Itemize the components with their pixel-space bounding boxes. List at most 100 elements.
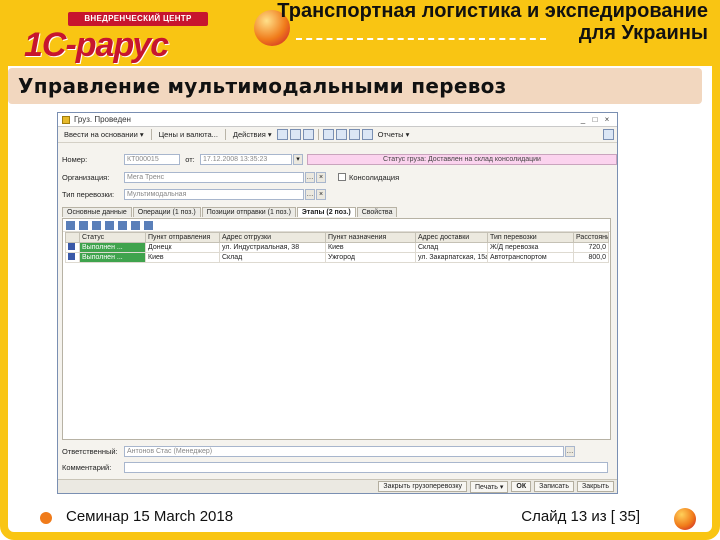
table-cell[interactable]: Склад <box>415 242 488 253</box>
unpost-icon[interactable] <box>302 129 314 140</box>
move-up-icon[interactable] <box>118 220 127 230</box>
structure-icon[interactable] <box>348 129 360 140</box>
movements-icon[interactable] <box>335 129 347 140</box>
responsible-select-button[interactable]: … <box>565 445 575 457</box>
column-header[interactable]: Расстояние <box>573 232 609 243</box>
column-header[interactable]: Пункт отправления <box>145 232 220 243</box>
slide-subtitle: Управление мультимодальными перевоз <box>18 74 507 98</box>
comment-row: Комментарий: <box>62 461 608 473</box>
decorative-ball-icon <box>674 508 696 530</box>
save-icon[interactable] <box>276 129 288 140</box>
table-cell[interactable]: Выполнен ... <box>79 252 146 263</box>
main-toolbar: Ввести на основании ▾ Цены и валюта... Д… <box>58 127 617 143</box>
delete-row-icon[interactable] <box>105 220 114 230</box>
table-cell[interactable]: ул. Закарпатская, 15а <box>415 252 488 263</box>
column-header[interactable]: Пункт назначения <box>325 232 416 243</box>
shipment-type-label: Тип перевозки: <box>62 189 115 199</box>
responsible-field[interactable]: Антонов Стас (Менеджер) <box>124 445 564 457</box>
move-down-icon[interactable] <box>131 220 140 230</box>
row-icon-cell <box>65 242 80 253</box>
enter-based-on-menu[interactable]: Ввести на основании ▾ <box>61 129 147 140</box>
column-header-icon <box>65 232 80 243</box>
table-cell[interactable]: Выполнен ... <box>79 242 146 253</box>
slide-title-line1: Транспортная логистика и экспедирование <box>277 0 708 22</box>
toolbar-separator <box>224 129 226 140</box>
tab-main-data[interactable]: Основные данные <box>62 207 132 217</box>
tab-shipment-items[interactable]: Позиции отправки (1 поз.) <box>201 207 296 217</box>
reports-menu[interactable]: Отчеты ▾ <box>375 129 413 140</box>
close-shipment-button[interactable]: Закрыть грузоперевозку <box>378 481 467 492</box>
date-field[interactable]: 17.12.2008 13:35:23 <box>200 153 292 165</box>
shipment-type-select-button[interactable]: … <box>305 188 315 200</box>
table-cell[interactable]: 800,0 <box>573 252 609 263</box>
stage-icon <box>68 253 75 260</box>
edit-row-icon[interactable] <box>92 220 101 230</box>
copy-row-icon[interactable] <box>79 220 88 230</box>
help-icon[interactable] <box>603 129 614 140</box>
tab-stages[interactable]: Этапы (2 поз.) <box>296 207 356 217</box>
print-button[interactable]: Печать ▾ <box>470 480 509 493</box>
window-titlebar[interactable]: Груз. Проведен _ □ × <box>58 113 617 127</box>
table-cell[interactable]: 720,0 <box>573 242 609 253</box>
shipment-type-field[interactable]: Мультимодальная <box>124 188 304 200</box>
toolbar-separator <box>150 129 152 140</box>
table-cell[interactable]: Ужгород <box>325 252 416 263</box>
app-window: Груз. Проведен _ □ × Ввести на основании… <box>57 112 618 494</box>
table-row[interactable]: Выполнен ... Донецк ул. Индустриальная, … <box>65 242 609 253</box>
tab-properties[interactable]: Свойства <box>356 207 398 217</box>
column-header[interactable]: Статус <box>79 232 146 243</box>
table-cell[interactable]: Склад <box>219 252 326 263</box>
consolidation-label: Консолидация <box>349 172 400 182</box>
shipment-type-clear-button[interactable]: × <box>316 188 326 200</box>
grid-icon[interactable] <box>322 129 334 140</box>
responsible-label: Ответственный: <box>62 446 118 456</box>
prices-currency-button[interactable]: Цены и валюта... <box>156 129 221 140</box>
date-separator-label: от: <box>185 154 195 164</box>
organization-label: Организация: <box>62 172 110 182</box>
comment-field[interactable] <box>124 461 608 473</box>
slide-title-line2: для Украины <box>578 22 708 44</box>
table-cell[interactable]: Киев <box>325 242 416 253</box>
row-icon-cell <box>65 252 80 263</box>
maximize-button[interactable]: □ <box>589 115 601 124</box>
shipment-type-row: Тип перевозки: Мультимодальная … × <box>62 188 326 200</box>
ok-button[interactable]: ОК <box>511 481 532 492</box>
close-button[interactable]: Закрыть <box>577 481 614 492</box>
refresh-icon[interactable] <box>361 129 373 140</box>
organization-clear-button[interactable]: × <box>316 171 326 183</box>
footer-seminar-date: Семинар 15 March 2018 <box>66 508 234 525</box>
calendar-button[interactable]: ▾ <box>293 153 303 165</box>
organization-field[interactable]: Мега Тренс <box>124 171 304 183</box>
organization-select-button[interactable]: … <box>305 171 315 183</box>
cargo-status-field: Статус груза: Доставлен на склад консоли… <box>307 153 617 165</box>
table-cell[interactable]: Донецк <box>145 242 220 253</box>
table-cell[interactable]: Автотранспортом <box>487 252 574 263</box>
consolidation-checkbox[interactable] <box>338 173 346 181</box>
table-cell[interactable]: ул. Индустриальная, 38 <box>219 242 326 253</box>
bullet-icon <box>40 512 52 524</box>
organization-row: Организация: Мега Тренс … × Консолидация <box>62 171 399 183</box>
actions-menu[interactable]: Действия ▾ <box>230 129 275 140</box>
stage-icon <box>68 243 75 250</box>
close-window-button[interactable]: × <box>601 115 613 124</box>
column-header[interactable]: Тип перевозки <box>487 232 574 243</box>
comment-label: Комментарий: <box>62 462 112 472</box>
responsible-row: Ответственный: Антонов Стас (Менеджер) … <box>62 445 575 457</box>
number-field[interactable]: КТ000015 <box>124 153 180 165</box>
sort-icon[interactable] <box>144 220 153 230</box>
table-cell[interactable]: Киев <box>145 252 220 263</box>
column-header[interactable]: Адрес доставки <box>415 232 488 243</box>
number-row: Номер: КТ000015 от: 17.12.2008 13:35:23 … <box>62 153 617 165</box>
save-button[interactable]: Записать <box>534 481 575 492</box>
table-row[interactable]: Выполнен ... Киев Склад Ужгород ул. Зака… <box>65 252 609 263</box>
table-cell[interactable]: Ж/Д перевозка <box>487 242 574 253</box>
tab-operations[interactable]: Операции (1 поз.) <box>132 207 201 217</box>
stages-panel: Статус Пункт отправления Адрес отгрузки … <box>62 218 611 440</box>
post-icon[interactable] <box>289 129 301 140</box>
add-row-icon[interactable] <box>66 220 75 230</box>
toolbar-separator <box>317 129 319 140</box>
column-header[interactable]: Адрес отгрузки <box>219 232 326 243</box>
grid-toolbar <box>63 219 610 232</box>
number-label: Номер: <box>62 154 88 164</box>
minimize-button[interactable]: _ <box>577 115 589 124</box>
